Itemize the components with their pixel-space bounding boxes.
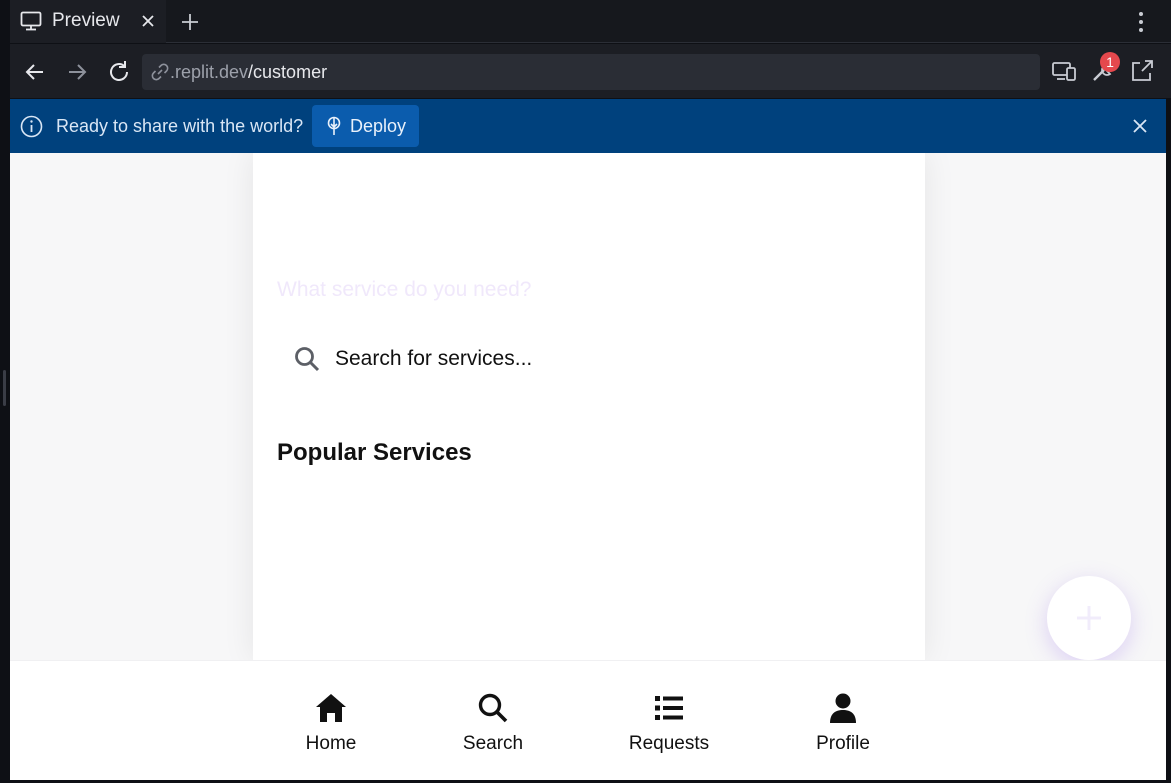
close-tab-icon[interactable]: [138, 11, 158, 31]
nav-home-label: Home: [305, 733, 357, 754]
browser-window: Preview .replit.dev/customer 1 Ready to …: [0, 0, 1171, 783]
more-options-icon[interactable]: [1130, 10, 1152, 34]
nav-requests[interactable]: Requests: [609, 683, 729, 763]
bottom-navigation: Home Search Requests Profile: [10, 660, 1166, 780]
deploy-label: Deploy: [350, 116, 407, 136]
search-icon: [295, 347, 320, 372]
preview-viewport: What service do you need? Popular Servic…: [10, 153, 1166, 780]
resize-edge[interactable]: [0, 0, 10, 783]
info-icon: [20, 115, 43, 138]
nav-search[interactable]: Search: [433, 683, 553, 763]
tab-title: Preview: [52, 10, 120, 31]
monitor-icon: [20, 11, 42, 31]
address-toolbar: .replit.dev/customer 1: [10, 44, 1171, 98]
devices-icon[interactable]: [1050, 57, 1078, 85]
nav-search-label: Search: [462, 733, 524, 754]
nav-profile-label: Profile: [816, 733, 870, 754]
add-request-button[interactable]: [1047, 576, 1131, 660]
deploy-banner: Ready to share with the world? Deploy: [10, 99, 1166, 153]
service-search[interactable]: [277, 329, 901, 389]
nav-home[interactable]: Home: [271, 683, 391, 763]
tab-preview[interactable]: Preview: [10, 0, 166, 43]
nav-requests-label: Requests: [628, 733, 710, 754]
open-external-icon[interactable]: [1128, 57, 1156, 85]
link-icon: [151, 63, 169, 81]
url-text: .replit.dev/customer: [170, 62, 327, 83]
popular-services-heading: Popular Services: [277, 439, 472, 466]
reload-icon[interactable]: [106, 59, 132, 85]
app-content: What service do you need? Popular Servic…: [253, 153, 925, 660]
user-icon: [830, 693, 856, 723]
forward-arrow-icon[interactable]: [64, 59, 90, 85]
search-icon: [478, 693, 508, 723]
list-icon: [655, 696, 683, 720]
close-banner-icon[interactable]: [1129, 115, 1151, 137]
home-icon: [316, 694, 346, 722]
service-search-input[interactable]: [335, 345, 875, 373]
resize-grip[interactable]: [3, 370, 6, 406]
nav-profile[interactable]: Profile: [783, 683, 903, 763]
back-arrow-icon[interactable]: [22, 59, 48, 85]
new-tab-icon[interactable]: [179, 11, 201, 33]
plus-icon: [1077, 606, 1101, 630]
banner-message: Ready to share with the world?: [56, 116, 304, 136]
service-prompt: What service do you need?: [277, 278, 532, 301]
url-field[interactable]: .replit.dev/customer: [142, 54, 1040, 90]
deploy-button[interactable]: Deploy: [312, 105, 419, 147]
url-host: .replit.dev: [170, 62, 249, 82]
notification-badge: 1: [1100, 52, 1120, 72]
url-path: /customer: [248, 62, 328, 82]
tab-bar: Preview: [10, 0, 1171, 43]
deploy-icon: [327, 116, 341, 135]
